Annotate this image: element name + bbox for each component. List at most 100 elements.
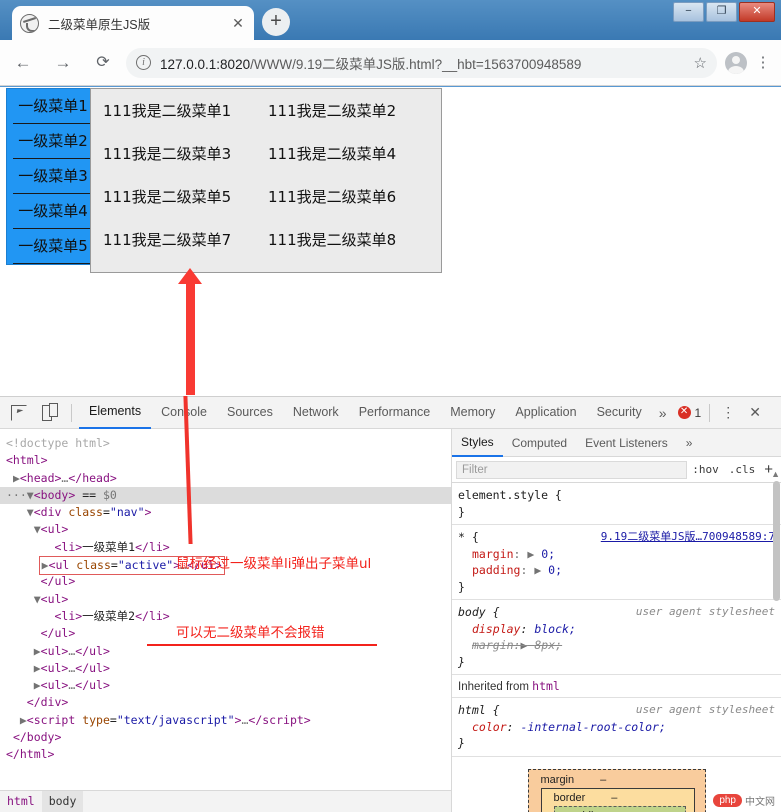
close-icon[interactable]: ✕ [230, 15, 246, 31]
dom-line-selected[interactable]: ···▼<body> == $0 [0, 486, 451, 505]
css-declaration-overridden[interactable]: margin:▶ 8px; [458, 637, 775, 654]
dom-tree[interactable]: <!doctype html> <html> ▶<head>…</head> ·… [0, 429, 451, 764]
dom-line[interactable]: ▶<head>…</head> [0, 470, 451, 487]
reload-icon[interactable]: ⟳ [86, 46, 120, 80]
css-declaration[interactable]: display: block; [458, 621, 775, 638]
new-tab-button[interactable]: + [262, 8, 290, 36]
hov-toggle-button[interactable]: :hov [687, 463, 724, 476]
css-declaration[interactable]: color: -internal-root-color; [458, 719, 775, 736]
submenu-item[interactable]: 111我是二级菜单7 [103, 230, 268, 273]
css-rule-body[interactable]: body { user agent stylesheet display: bl… [452, 600, 781, 675]
submenu-panel: 111我是二级菜单1 111我是二级菜单2 111我是二级菜单3 111我是二级菜单4… [90, 88, 442, 273]
devtools-tab-performance[interactable]: Performance [349, 397, 441, 428]
dom-line[interactable]: ▼<ul> [0, 591, 451, 608]
browser-menu-icon[interactable]: ⋮ [751, 49, 775, 77]
css-close-brace: } [458, 579, 465, 594]
submenu-item[interactable]: 111我是二级菜单5 [103, 187, 268, 230]
dom-line[interactable]: </ul> [0, 573, 451, 590]
css-value[interactable]: 8px; [534, 638, 562, 652]
dom-line[interactable]: </div> [0, 694, 451, 711]
dom-line[interactable]: ▶<ul>…</ul> [0, 660, 451, 677]
devtools-tab-security[interactable]: Security [587, 397, 652, 428]
box-model-padding[interactable]: padding- [553, 805, 686, 812]
box-model-border[interactable]: border – padding- [540, 787, 695, 812]
url-path: /WWW/9.19二级菜单JS版.html?__hbt=156370094858… [250, 56, 582, 72]
css-rule-universal[interactable]: * { 9.19二级菜单JS版…700948589:7 margin: ▶ 0;… [452, 525, 781, 600]
nav-item-1[interactable]: 一级菜单1 [13, 89, 93, 124]
breadcrumb: html body [0, 790, 451, 812]
dom-line[interactable]: ▼<div class="nav"> [0, 504, 451, 521]
css-value[interactable]: 0; [541, 547, 555, 561]
dom-line[interactable]: ▼<ul> [0, 521, 451, 538]
address-bar[interactable]: i 127.0.0.1:8020/WWW/9.19二级菜单JS版.html?__… [126, 47, 717, 78]
css-origin-link[interactable]: 9.19二级菜单JS版…700948589:7 [601, 529, 775, 546]
submenu-row: 111我是二级菜单1 111我是二级菜单2 [103, 101, 441, 144]
devtools-tab-sources[interactable]: Sources [217, 397, 283, 428]
dom-line[interactable]: <html> [0, 452, 451, 469]
dom-line[interactable]: </body> [0, 729, 451, 746]
devtools-settings-icon[interactable]: ⋮ [714, 404, 742, 421]
nav-item-3[interactable]: 一级菜单3 [13, 159, 93, 194]
devtools-close-icon[interactable]: ✕ [742, 404, 768, 421]
device-toolbar-icon[interactable] [38, 400, 64, 426]
submenu-item[interactable]: 111我是二级菜单3 [103, 144, 268, 187]
inspect-element-icon[interactable] [6, 400, 32, 426]
css-selector-row: html { user agent stylesheet [458, 702, 775, 719]
forward-icon[interactable]: → [46, 46, 80, 80]
avatar[interactable] [725, 51, 747, 74]
devtools-tab-memory[interactable]: Memory [440, 397, 505, 428]
box-model-margin[interactable]: margin – border – padding- [527, 768, 706, 812]
css-rule-element-style[interactable]: element.style { } [452, 483, 781, 525]
box-model-border-label: border – [542, 792, 694, 804]
devtools-tab-elements[interactable]: Elements [79, 396, 152, 429]
css-declaration[interactable]: padding: ▶ 0; [458, 562, 775, 579]
nav-item-5[interactable]: 一级菜单5 [13, 229, 93, 264]
minimize-button[interactable]: − [673, 2, 704, 22]
scrollbar-thumb[interactable] [773, 481, 780, 601]
scroll-up-icon[interactable]: ▲ [771, 469, 780, 479]
nav-item-4[interactable]: 一级菜单4 [13, 194, 93, 229]
css-value[interactable]: 0; [548, 563, 562, 577]
dom-line[interactable]: <!doctype html> [0, 435, 451, 452]
dom-line[interactable]: ▶<script type="text/javascript">…</scrip… [0, 712, 451, 729]
css-value[interactable]: block; [534, 622, 576, 636]
annotation-underline [147, 644, 377, 646]
css-value[interactable]: -internal-root-color; [520, 720, 665, 734]
devtools-overflow-icon[interactable]: » [652, 405, 674, 421]
styles-tab-styles[interactable]: Styles [452, 429, 503, 457]
border-value[interactable]: – [611, 792, 617, 804]
margin-value[interactable]: – [600, 774, 606, 786]
page-info-icon[interactable]: i [136, 55, 151, 70]
browser-toolbar: ← → ⟳ i 127.0.0.1:8020/WWW/9.19二级菜单JS版.h… [0, 40, 781, 86]
css-selector-row: body { user agent stylesheet [458, 604, 775, 621]
nav-item-2[interactable]: 一级菜单2 [13, 124, 93, 159]
css-declaration[interactable]: margin: ▶ 0; [458, 546, 775, 563]
window-close-button[interactable]: ✕ [739, 2, 775, 22]
css-selector: * { [458, 530, 479, 544]
css-rule-html[interactable]: html { user agent stylesheet color: -int… [452, 698, 781, 757]
styles-scrollbar[interactable]: ▲ [771, 469, 781, 681]
back-icon[interactable]: ← [6, 46, 40, 80]
dom-line[interactable]: </html> [0, 746, 451, 763]
styles-tab-event-listeners[interactable]: Event Listeners [576, 430, 677, 456]
styles-tab-computed[interactable]: Computed [503, 430, 576, 456]
styles-filter-input[interactable]: Filter [456, 460, 688, 479]
devtools-panel: Elements Console Sources Network Perform… [0, 396, 781, 812]
submenu-item[interactable]: 111我是二级菜单8 [268, 230, 433, 273]
breadcrumb-item-body[interactable]: body [41, 791, 84, 812]
submenu-item[interactable]: 111我是二级菜单6 [268, 187, 433, 230]
devtools-tab-network[interactable]: Network [283, 397, 349, 428]
breadcrumb-item-html[interactable]: html [0, 791, 42, 812]
submenu-item[interactable]: 111我是二级菜单2 [268, 101, 433, 144]
submenu-item[interactable]: 111我是二级菜单4 [268, 144, 433, 187]
window-controls: − ❐ ✕ [673, 2, 775, 22]
submenu-item[interactable]: 111我是二级菜单1 [103, 101, 268, 144]
styles-tab-overflow-icon[interactable]: » [677, 430, 702, 456]
dom-line[interactable]: ▶<ul>…</ul> [0, 677, 451, 694]
cls-toggle-button[interactable]: .cls [724, 463, 761, 476]
devtools-tab-application[interactable]: Application [505, 397, 586, 428]
maximize-button[interactable]: ❐ [706, 2, 737, 22]
error-count-badge[interactable]: ✕ 1 [674, 406, 706, 420]
bookmark-star-icon[interactable]: ☆ [694, 54, 707, 72]
browser-tab[interactable]: 二级菜单原生JS版 ✕ [12, 6, 254, 40]
